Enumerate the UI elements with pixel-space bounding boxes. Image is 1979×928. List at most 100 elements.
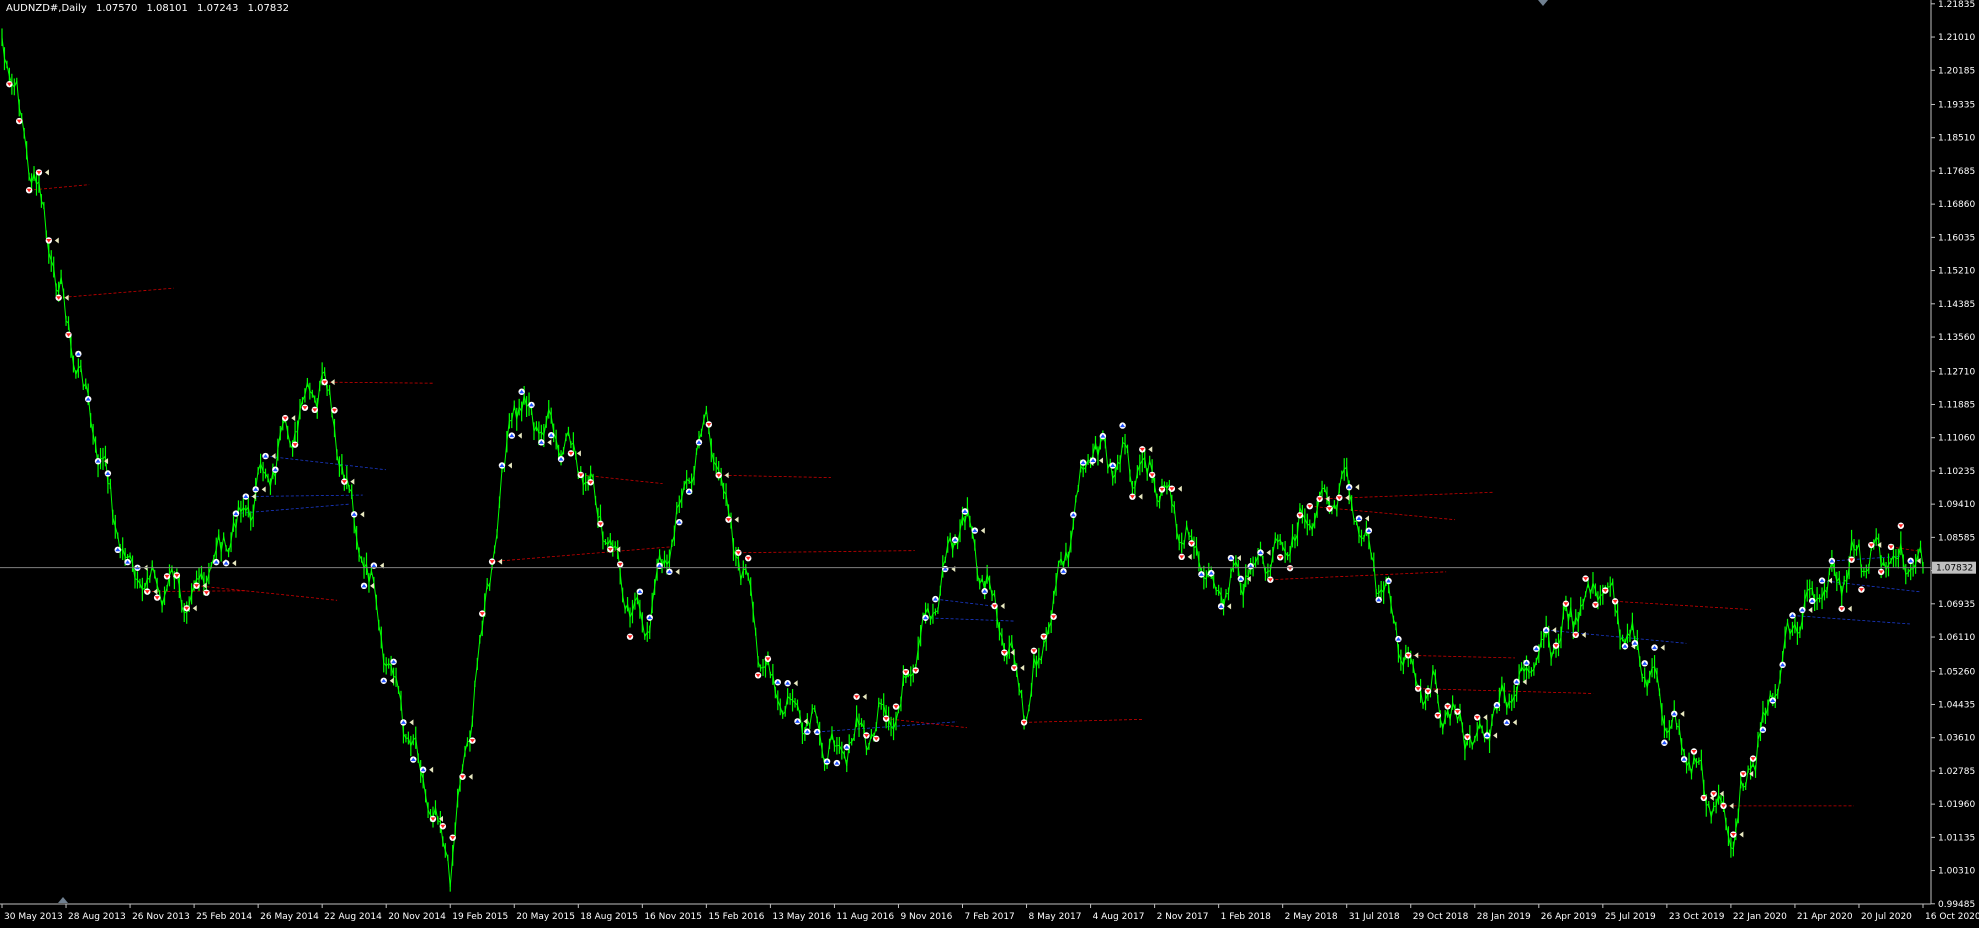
buy-marker bbox=[666, 569, 672, 575]
sell-marker bbox=[1021, 719, 1027, 725]
time-tick-label: 31 Jul 2018 bbox=[1349, 912, 1400, 922]
time-tick-label: 28 Aug 2013 bbox=[68, 912, 126, 922]
sell-marker bbox=[1553, 642, 1559, 648]
sell-marker bbox=[765, 656, 771, 662]
sell-marker bbox=[715, 472, 721, 478]
price-tick-label: 1.18510 bbox=[1938, 134, 1975, 144]
sell-marker bbox=[1878, 569, 1884, 575]
buy-marker bbox=[942, 566, 948, 572]
buy-marker bbox=[1651, 644, 1657, 650]
buy-marker bbox=[1770, 697, 1776, 703]
buy-marker bbox=[233, 510, 239, 516]
time-tick-label: 16 Nov 2015 bbox=[644, 912, 702, 922]
time-tick-label: 20 Jul 2020 bbox=[1861, 912, 1912, 922]
buy-marker bbox=[528, 402, 534, 408]
sell-marker bbox=[1563, 601, 1569, 607]
time-tick-label: 21 Apr 2020 bbox=[1797, 912, 1853, 922]
buy-marker bbox=[518, 389, 524, 395]
buy-marker bbox=[1799, 607, 1805, 613]
time-tick-label: 8 May 2017 bbox=[1029, 912, 1082, 922]
time-tick-label: 13 May 2016 bbox=[772, 912, 831, 922]
sell-marker bbox=[26, 187, 32, 193]
buy-marker bbox=[814, 729, 820, 735]
buy-marker bbox=[804, 729, 810, 735]
low-value: 1.07243 bbox=[197, 3, 238, 14]
price-tick-label: 1.14385 bbox=[1938, 300, 1975, 310]
buy-marker bbox=[1671, 711, 1677, 717]
sell-marker bbox=[16, 118, 22, 124]
buy-marker bbox=[1779, 662, 1785, 668]
sell-marker bbox=[203, 589, 209, 595]
price-tick-label: 1.01960 bbox=[1938, 800, 1975, 810]
buy-marker bbox=[1533, 646, 1539, 652]
sell-marker bbox=[991, 603, 997, 609]
buy-marker bbox=[1642, 660, 1648, 666]
price-tick-label: 1.21835 bbox=[1938, 0, 1975, 10]
buy-marker bbox=[1366, 527, 1372, 533]
sell-marker bbox=[144, 588, 150, 594]
sell-marker bbox=[1848, 557, 1854, 563]
price-tick-label: 1.03610 bbox=[1938, 734, 1975, 744]
buy-marker bbox=[124, 559, 130, 565]
buy-marker bbox=[381, 678, 387, 684]
buy-marker bbox=[1622, 643, 1628, 649]
sell-marker bbox=[706, 421, 712, 427]
sell-marker bbox=[1267, 577, 1273, 583]
buy-marker bbox=[410, 756, 416, 762]
price-tick-label: 1.08585 bbox=[1938, 533, 1975, 543]
sell-marker bbox=[331, 407, 337, 413]
buy-marker bbox=[981, 588, 987, 594]
buy-marker bbox=[499, 462, 505, 468]
sell-marker bbox=[627, 634, 633, 640]
buy-marker bbox=[834, 760, 840, 766]
sell-marker bbox=[1326, 505, 1332, 511]
buy-marker bbox=[637, 588, 643, 594]
sell-marker bbox=[903, 669, 909, 675]
buy-marker bbox=[262, 453, 268, 459]
price-tick-label: 1.05260 bbox=[1938, 667, 1975, 677]
buy-marker bbox=[1504, 719, 1510, 725]
buy-marker bbox=[1208, 570, 1214, 576]
sell-marker bbox=[65, 332, 71, 338]
sell-marker bbox=[292, 441, 298, 447]
buy-marker bbox=[1060, 568, 1066, 574]
buy-marker bbox=[1257, 549, 1263, 555]
sell-marker bbox=[1720, 803, 1726, 809]
sell-marker bbox=[1710, 791, 1716, 797]
sell-marker bbox=[430, 816, 436, 822]
sell-marker bbox=[1474, 714, 1480, 720]
price-tick-label: 1.00310 bbox=[1938, 867, 1975, 877]
sell-marker bbox=[1740, 771, 1746, 777]
price-tick-label: 1.12710 bbox=[1938, 367, 1975, 377]
current-price-label: 1.07832 bbox=[1932, 562, 1976, 574]
price-tick-label: 1.04435 bbox=[1938, 700, 1975, 710]
buy-marker bbox=[1523, 660, 1529, 666]
sell-marker bbox=[597, 521, 603, 527]
buy-marker bbox=[75, 351, 81, 357]
sell-marker bbox=[1041, 633, 1047, 639]
time-tick-label: 11 Aug 2016 bbox=[836, 912, 894, 922]
buy-marker bbox=[213, 559, 219, 565]
sell-marker bbox=[1277, 554, 1283, 560]
buy-marker bbox=[548, 432, 554, 438]
chart-window[interactable]: 1.218351.210101.201851.193351.185101.176… bbox=[0, 0, 1979, 924]
buy-marker bbox=[390, 659, 396, 665]
buy-marker bbox=[1090, 457, 1096, 463]
price-chart[interactable]: 1.218351.210101.201851.193351.185101.176… bbox=[0, 0, 1979, 924]
time-tick-label: 22 Aug 2014 bbox=[324, 912, 382, 922]
buy-marker bbox=[1494, 702, 1500, 708]
sell-marker bbox=[1701, 795, 1707, 801]
sell-marker bbox=[6, 81, 12, 87]
sell-marker bbox=[1178, 554, 1184, 560]
sell-marker bbox=[1139, 446, 1145, 452]
buy-marker bbox=[972, 527, 978, 533]
sell-marker bbox=[184, 605, 190, 611]
sell-marker bbox=[282, 415, 288, 421]
time-tick-label: 30 May 2013 bbox=[4, 912, 63, 922]
time-tick-label: 4 Aug 2017 bbox=[1093, 912, 1145, 922]
buy-marker bbox=[1247, 563, 1253, 569]
time-tick-label: 28 Jan 2019 bbox=[1477, 912, 1531, 922]
time-tick-label: 20 May 2015 bbox=[516, 912, 575, 922]
buy-marker bbox=[844, 744, 850, 750]
sell-marker bbox=[1573, 632, 1579, 638]
